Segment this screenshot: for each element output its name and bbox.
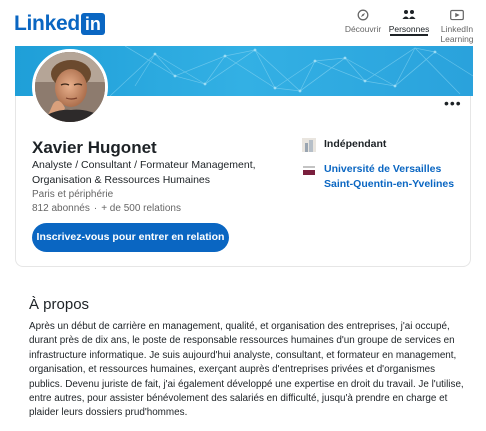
profile-card: ••• Xavier Hugonet Analyste / Consultant… [15, 46, 473, 267]
connect-button[interactable]: Inscrivez-vous pour entrer en relation [32, 223, 229, 252]
school-logo-icon [302, 163, 316, 177]
top-nav: Linked in Découvrir Personnes LinkedIn L… [0, 0, 486, 46]
play-icon [450, 9, 464, 21]
company-name: Indépendant [324, 138, 387, 150]
about-text: Après un début de carrière en management… [29, 321, 464, 419]
about-title: À propos [29, 296, 90, 313]
school-name: Université de Versailles Saint-Quentin-e… [324, 163, 455, 190]
profile-headline: Analyste / Consultant / Formateur Manage… [32, 159, 256, 186]
nav-learning-label: LinkedIn Learning [440, 24, 474, 44]
current-company[interactable]: Indépendant [302, 137, 386, 152]
nav-discover[interactable]: Découvrir [343, 9, 383, 34]
people-icon [402, 10, 416, 19]
linkedin-logo[interactable]: Linked in [14, 12, 105, 36]
nav-people-label: Personnes [388, 24, 430, 34]
profile-stats: 812 abonnés · + de 500 relations [32, 202, 181, 216]
education-school[interactable]: Université de Versailles Saint-Quentin-e… [302, 162, 468, 192]
nav-people[interactable]: Personnes [388, 9, 430, 36]
more-options-button[interactable]: ••• [444, 96, 461, 110]
profile-name: Xavier Hugonet [32, 138, 157, 157]
ellipsis-icon: ••• [444, 95, 462, 111]
followers-count: 812 abonnés [32, 203, 90, 214]
relations-count: + de 500 relations [101, 203, 181, 214]
compass-icon [357, 9, 369, 21]
nav-discover-label: Découvrir [344, 24, 382, 34]
logo-in-box: in [80, 13, 105, 35]
logo-wordmark: Linked [14, 12, 80, 35]
profile-photo [35, 52, 105, 122]
company-logo-icon [302, 138, 316, 152]
stats-separator: · [93, 203, 98, 214]
profile-location: Paris et périphérie [32, 189, 114, 200]
avatar [32, 49, 108, 125]
nav-learning[interactable]: LinkedIn Learning [437, 9, 477, 44]
